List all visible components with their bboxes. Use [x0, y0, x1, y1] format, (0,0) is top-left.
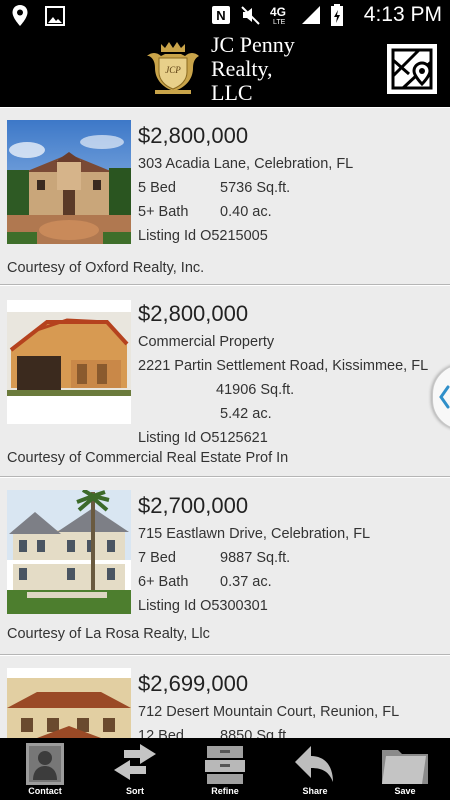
listing-list[interactable]: $2,800,000 303 Acadia Lane, Celebration,… — [0, 107, 450, 738]
drawer-handle[interactable] — [432, 364, 450, 430]
crest-initials: JCP — [165, 65, 181, 75]
listing-courtesy: Courtesy of La Rosa Realty, Llc — [7, 626, 210, 642]
refine-icon — [205, 746, 245, 784]
save-label: Save — [394, 786, 416, 796]
listing-item[interactable]: $2,800,000 303 Acadia Lane, Celebration,… — [0, 107, 450, 285]
listing-id: Listing Id O5300301 — [138, 598, 268, 614]
clock: 4:13 PM — [363, 3, 442, 26]
sort-label: Sort — [126, 786, 144, 796]
listing-beds: 12 Bed — [138, 728, 184, 738]
status-bar: N 4G LTE 4:13 PM — [0, 0, 450, 32]
svg-text:N: N — [216, 8, 225, 23]
refine-button[interactable]: Refine — [180, 738, 270, 800]
crest-icon: JCP — [141, 40, 205, 98]
listing-price: $2,800,000 — [138, 301, 249, 326]
sort-icon — [114, 744, 156, 780]
listing-acres: 5.42 ac. — [220, 406, 272, 422]
listing-courtesy: Courtesy of Oxford Realty, Inc. — [7, 260, 205, 276]
listing-item[interactable]: $2,800,000 Commercial Property 2221 Part… — [0, 285, 450, 477]
signal-icon — [300, 3, 322, 27]
network-icon: 4G LTE — [270, 3, 292, 27]
listing-acres: 0.40 ac. — [220, 204, 272, 220]
share-icon — [295, 746, 333, 782]
image-icon — [44, 4, 66, 28]
app-header: JCP JC Penny Realty, LLC — [0, 32, 450, 107]
listing-item[interactable]: $2,700,000 715 Eastlawn Drive, Celebrati… — [0, 477, 450, 655]
refine-label: Refine — [211, 786, 239, 796]
nfc-icon: N — [210, 3, 232, 27]
logo-line-2: Realty, LLC — [211, 56, 273, 105]
listing-price: $2,699,000 — [138, 671, 249, 696]
listing-sqft: 5736 Sq.ft. — [220, 180, 291, 196]
contact-label: Contact — [28, 786, 62, 796]
listing-beds: 5 Bed — [138, 180, 176, 196]
listing-price: $2,800,000 — [138, 123, 249, 148]
share-label: Share — [302, 786, 328, 796]
listing-address: 2221 Partin Settlement Road, Kissimmee, … — [138, 358, 429, 374]
map-view-button[interactable] — [387, 44, 437, 94]
listing-id: Listing Id O5215005 — [138, 228, 268, 244]
listing-baths: 5+ Bath — [138, 204, 189, 220]
folder-icon — [382, 750, 428, 784]
sort-button[interactable]: Sort — [90, 738, 180, 800]
listing-sqft: 41906 Sq.ft. — [216, 382, 295, 398]
listing-address: 715 Eastlawn Drive, Celebration, FL — [138, 526, 371, 542]
listing-photo — [7, 490, 131, 614]
company-logo[interactable]: JCP JC Penny Realty, LLC — [141, 33, 313, 105]
logo-line-1: JC Penny — [211, 32, 295, 57]
listing-photo — [7, 120, 131, 244]
mute-icon — [240, 3, 262, 27]
battery-icon — [330, 3, 352, 27]
listing-price: $2,700,000 — [138, 493, 249, 518]
listing-item[interactable]: $2,699,000 712 Desert Mountain Court, Re… — [0, 655, 450, 738]
listing-acres: 0.37 ac. — [220, 574, 272, 590]
contact-button[interactable]: Contact — [0, 738, 90, 800]
listing-sqft: 8850 Sq.ft. — [220, 728, 291, 738]
save-button[interactable]: Save — [360, 738, 450, 800]
location-icon — [10, 4, 32, 28]
listing-baths: 6+ Bath — [138, 574, 189, 590]
map-pin-icon — [389, 46, 435, 92]
listing-address: 303 Acadia Lane, Celebration, FL — [138, 156, 354, 172]
listing-courtesy: Courtesy of Commercial Real Estate Prof … — [7, 450, 289, 466]
listing-photo — [7, 668, 131, 738]
listing-beds: 7 Bed — [138, 550, 176, 566]
svg-text:4G: 4G — [270, 5, 286, 19]
listing-photo — [7, 300, 131, 424]
share-button[interactable]: Share — [270, 738, 360, 800]
chevron-left-icon — [439, 385, 450, 409]
bottom-toolbar: Contact Sort Refine Share Save — [0, 738, 450, 800]
listing-id: Listing Id O5125621 — [138, 430, 268, 446]
listing-address: 712 Desert Mountain Court, Reunion, FL — [138, 704, 400, 720]
listing-sqft: 9887 Sq.ft. — [220, 550, 291, 566]
svg-text:LTE: LTE — [273, 19, 286, 26]
listing-type: Commercial Property — [138, 334, 275, 350]
contact-icon — [26, 743, 64, 785]
